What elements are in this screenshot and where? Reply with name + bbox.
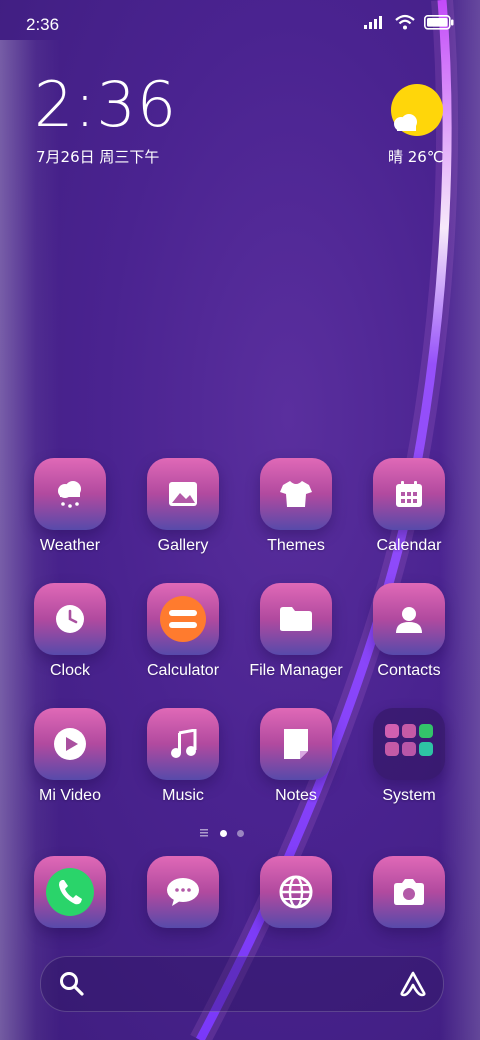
messages-icon: [147, 856, 219, 928]
music-icon: [147, 708, 219, 780]
clock-icon: [34, 583, 106, 655]
status-time: 2:36: [26, 15, 60, 34]
app-label: Contacts: [377, 662, 441, 679]
page-indicator[interactable]: [200, 829, 244, 837]
app-label: System: [382, 787, 436, 804]
folder-icon: [373, 708, 445, 780]
status-icons: [364, 14, 454, 30]
dock-messages[interactable]: [128, 856, 238, 928]
dock-browser[interactable]: [241, 856, 351, 928]
wifi-icon: [395, 14, 415, 30]
app-label: Mi Video: [39, 787, 101, 804]
page-dot: [237, 829, 244, 837]
cloud-icon: [394, 114, 417, 131]
weather-icon: [34, 458, 106, 530]
search-icon[interactable]: [59, 971, 85, 997]
battery-icon: [424, 14, 454, 30]
browser-icon: [260, 856, 332, 928]
app-label: File Manager: [249, 662, 343, 679]
app-label: Calendar: [376, 537, 442, 554]
status-bar: 2:36: [0, 0, 480, 50]
app-gallery[interactable]: Gallery: [128, 458, 238, 555]
app-calculator[interactable]: Calculator: [128, 583, 238, 680]
app-themes[interactable]: Themes: [241, 458, 351, 555]
app-label: Calculator: [146, 662, 220, 679]
contacts-icon: [373, 583, 445, 655]
camera-icon: [373, 856, 445, 928]
app-music[interactable]: Music: [128, 708, 238, 805]
clock-widget-time[interactable]: 2:36: [34, 74, 177, 136]
app-label: Themes: [267, 537, 325, 554]
signal-icon: [364, 16, 382, 29]
page-dot-active: [220, 829, 227, 837]
page-list-icon: [200, 829, 208, 837]
dock-camera[interactable]: [354, 856, 464, 928]
app-mi-video[interactable]: Mi Video: [15, 708, 125, 805]
app-folder-system[interactable]: System: [354, 708, 464, 805]
phone-icon: [34, 856, 106, 928]
app-label: Music: [162, 787, 204, 804]
app-label: Weather: [39, 537, 101, 554]
app-label: Clock: [49, 662, 90, 679]
calendar-icon: [373, 458, 445, 530]
themes-icon: [260, 458, 332, 530]
play-icon: [34, 708, 106, 780]
app-clock[interactable]: Clock: [15, 583, 125, 680]
app-file-manager[interactable]: File Manager: [241, 583, 351, 680]
app-label: Gallery: [157, 537, 209, 554]
app-calendar[interactable]: Calendar: [354, 458, 464, 555]
app-weather[interactable]: Weather: [15, 458, 125, 555]
dock-phone[interactable]: [15, 856, 125, 928]
app-label: Notes: [275, 787, 317, 804]
app-notes[interactable]: Notes: [241, 708, 351, 805]
app-contacts[interactable]: Contacts: [354, 583, 464, 680]
folder-icon: [260, 583, 332, 655]
search-bar[interactable]: [40, 956, 444, 1012]
clock-widget-date: 7月26日 周三下午: [36, 148, 160, 166]
notes-icon: [260, 708, 332, 780]
weather-widget-text: 晴 26℃: [388, 148, 444, 166]
assistant-icon[interactable]: [399, 971, 427, 997]
calculator-icon: [147, 583, 219, 655]
gallery-icon: [147, 458, 219, 530]
